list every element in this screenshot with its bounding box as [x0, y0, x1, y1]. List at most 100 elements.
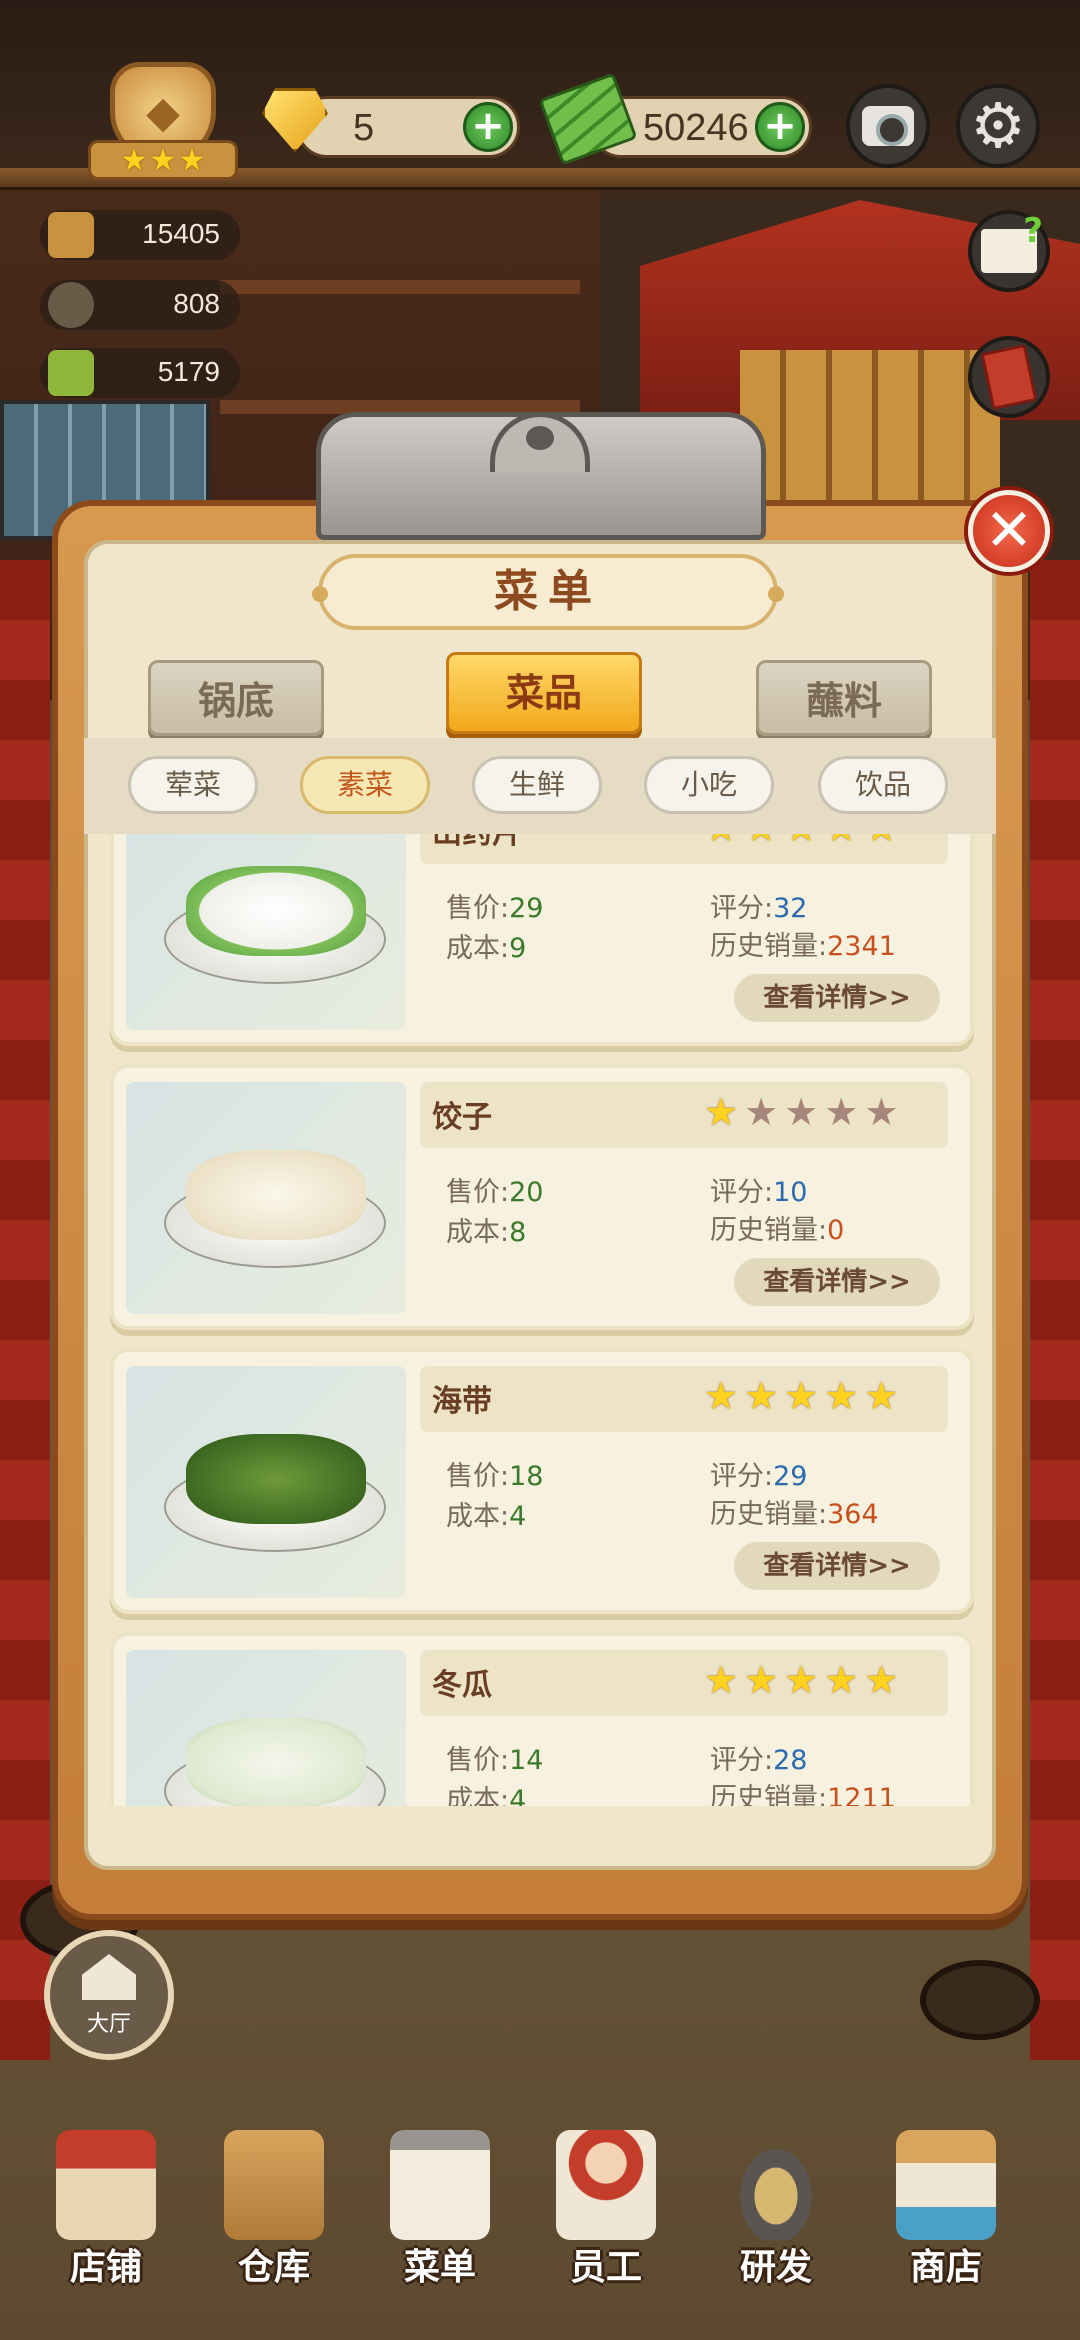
- nav-shop[interactable]: 商店: [866, 2120, 1026, 2320]
- star-icon: ★: [744, 1374, 785, 1418]
- star-icon: ★: [784, 1374, 825, 1418]
- rating-value: 10: [773, 1177, 808, 1208]
- rating-value: 29: [773, 1461, 808, 1492]
- close-button[interactable]: ✕: [968, 490, 1050, 572]
- popularity-stat: 15405: [40, 210, 240, 260]
- gear-icon: ⚙: [970, 89, 1026, 162]
- menu-title: 菜单: [312, 554, 784, 630]
- shelf-plank: [220, 280, 580, 294]
- yam-slices: [186, 866, 366, 956]
- add-gems-button[interactable]: +: [463, 102, 513, 152]
- rating-value: 32: [773, 893, 808, 924]
- gem-counter: 5 +: [296, 96, 520, 158]
- dish-card: 饺子 ★★★★★ 售价:20 成本:8 评分:10 历史销量:0 查看详情>>: [110, 1064, 974, 1330]
- view-details-button[interactable]: 查看详情>>: [734, 1258, 940, 1306]
- red-pillar: [0, 560, 50, 2060]
- tab-soup-base[interactable]: 锅底: [148, 660, 324, 736]
- star-icon: ★: [149, 142, 177, 178]
- dish-name: 海带: [432, 1384, 492, 1419]
- price-value: 29: [509, 893, 544, 924]
- recipe-stat: 5179: [40, 348, 240, 398]
- price-value: 14: [509, 1745, 544, 1776]
- rank-stars: ★ ★ ★: [88, 140, 238, 180]
- wok-icon: [726, 2130, 826, 2240]
- red-pillar: [1030, 560, 1080, 2060]
- nav-research[interactable]: 研发: [696, 2120, 856, 2320]
- nav-research-label: 研发: [739, 2247, 812, 2288]
- sales-row: 历史销量:0: [710, 1208, 844, 1247]
- recipe-value: 5179: [157, 356, 220, 387]
- star-icon: ★: [120, 142, 148, 178]
- price-value: 20: [509, 1177, 544, 1208]
- dish-list[interactable]: 山药片 ★★★★★ 售价:29 成本:9 评分:32 历史销量:2341 查看详…: [100, 834, 980, 1806]
- nav-staff[interactable]: 员工: [526, 2120, 686, 2320]
- rating-value: 28: [773, 1745, 808, 1776]
- camera-icon: [862, 106, 914, 146]
- nav-warehouse-label: 仓库: [237, 2247, 310, 2288]
- cost-row: 成本:8: [446, 1210, 526, 1249]
- tab-dipping-sauce[interactable]: 蘸料: [756, 660, 932, 736]
- price-row: 售价:18: [446, 1454, 543, 1493]
- dumplings: [186, 1150, 366, 1240]
- dish-photo: [126, 834, 406, 1030]
- category-snack[interactable]: 小吃: [644, 756, 774, 814]
- dish-name: 冬瓜: [432, 1668, 492, 1703]
- tab-dishes[interactable]: 菜品: [446, 652, 642, 734]
- dish-stars: ★★★★★: [704, 1658, 904, 1702]
- rating-label: 评分:: [710, 1177, 774, 1208]
- price-value: 18: [509, 1461, 544, 1492]
- hall-button[interactable]: 大厅: [44, 1930, 174, 2060]
- nav-menu-label: 菜单: [403, 2247, 476, 2288]
- cost-label: 成本:: [446, 933, 510, 964]
- star-icon: ★: [824, 834, 864, 850]
- category-meat[interactable]: 荤菜: [128, 756, 258, 814]
- cash-amount: 50246: [643, 107, 749, 149]
- help-button[interactable]: ?: [968, 210, 1050, 292]
- rating-label: 评分:: [710, 893, 774, 924]
- cost-row: 成本:4: [446, 1778, 526, 1806]
- rating-label: 评分:: [710, 1461, 774, 1492]
- restaurant-rank-badge[interactable]: ◆ ★ ★ ★: [88, 62, 238, 192]
- dish-photo: [126, 1650, 406, 1806]
- add-cash-button[interactable]: +: [755, 102, 805, 152]
- dish-stars: ★★★★★: [704, 1374, 904, 1418]
- star-icon: ★: [864, 834, 904, 850]
- cost-label: 成本:: [446, 1501, 510, 1532]
- price-label: 售价:: [446, 1177, 510, 1208]
- sales-value: 0: [827, 1215, 845, 1246]
- red-book-button[interactable]: [968, 336, 1050, 418]
- price-row: 售价:14: [446, 1738, 543, 1777]
- star-icon: ★: [704, 1374, 745, 1418]
- rating-row: 评分:10: [710, 1170, 807, 1209]
- star-icon: ★: [744, 834, 784, 850]
- star-icon: ★: [864, 1374, 905, 1418]
- winter-melon: [186, 1718, 366, 1806]
- cost-row: 成本:9: [446, 926, 526, 965]
- bottom-nav: 店铺 仓库 菜单 员工 研发 商店: [0, 2120, 1080, 2340]
- sales-row: 历史销量:2341: [710, 924, 896, 963]
- dining-table: [920, 1960, 1040, 2040]
- boxes-icon: [224, 2130, 324, 2240]
- cost-value: 8: [509, 1217, 527, 1248]
- cloche-icon: [48, 282, 94, 328]
- nav-menu[interactable]: 菜单: [360, 2120, 520, 2320]
- category-fresh[interactable]: 生鲜: [472, 756, 602, 814]
- star-empty-icon: ★: [784, 1090, 825, 1134]
- settings-button[interactable]: ⚙: [956, 84, 1040, 168]
- dish-photo: [126, 1366, 406, 1598]
- rating-row: 评分:29: [710, 1454, 807, 1493]
- nav-warehouse[interactable]: 仓库: [194, 2120, 354, 2320]
- cost-label: 成本:: [446, 1217, 510, 1248]
- star-icon: ★: [824, 1658, 865, 1702]
- view-details-button[interactable]: 查看详情>>: [734, 974, 940, 1022]
- nav-store-label: 店铺: [69, 2247, 142, 2288]
- view-details-button[interactable]: 查看详情>>: [734, 1542, 940, 1590]
- category-drinks[interactable]: 饮品: [818, 756, 948, 814]
- sales-label: 历史销量:: [710, 1215, 828, 1246]
- camera-button[interactable]: [846, 84, 930, 168]
- help-book-icon: ?: [981, 211, 1043, 273]
- served-value: 808: [173, 288, 220, 319]
- kelp: [186, 1434, 366, 1524]
- nav-store[interactable]: 店铺: [26, 2120, 186, 2320]
- category-vegetable[interactable]: 素菜: [300, 756, 430, 814]
